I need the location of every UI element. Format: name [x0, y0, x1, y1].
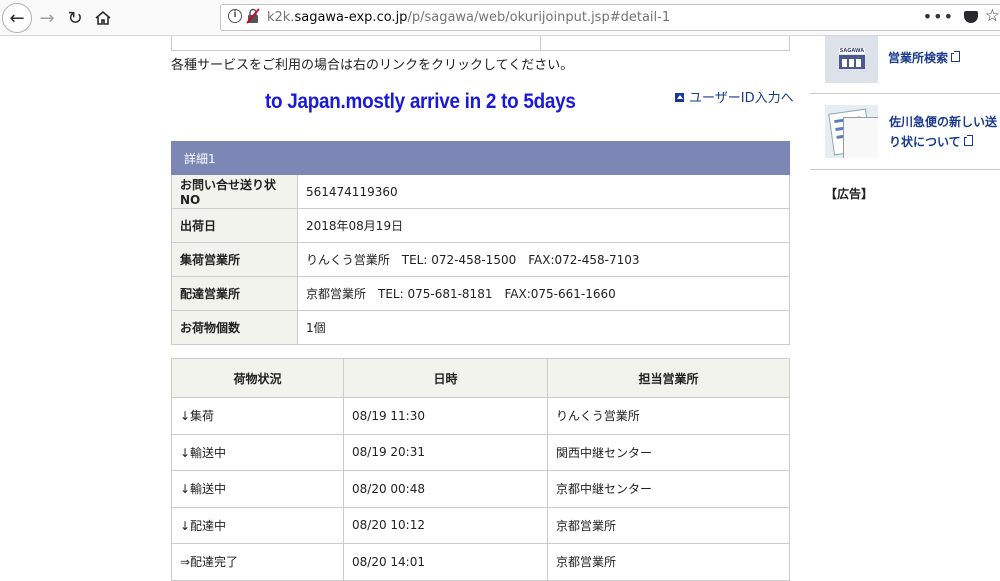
building-icon: [839, 55, 865, 69]
home-button[interactable]: [88, 3, 118, 33]
status-table: 荷物状況 日時 担当営業所 ↓集荷 08/19 11:30 りんくう営業所 ↓輸送中…: [171, 358, 790, 581]
table-row: 集荷営業所 りんくう営業所 TEL: 072-458-1500 FAX:072-4…: [171, 242, 790, 277]
pocket-icon[interactable]: [964, 11, 978, 23]
table-row: ↓輸送中 08/19 20:31 関西中継センター: [171, 433, 790, 471]
table-row: お荷物個数 1個: [171, 310, 790, 345]
status-header-row: 荷物状況 日時 担当営業所: [171, 358, 790, 398]
previous-table-bottom: [171, 36, 790, 51]
home-icon: [95, 10, 111, 25]
arrow-right-icon: →: [39, 7, 55, 29]
new-slip-thumbnail[interactable]: [825, 105, 878, 158]
userid-input-link[interactable]: ユーザーID入力へ: [675, 87, 794, 106]
url-text[interactable]: k2k.sagawa-exp.co.jp/p/sagawa/web/okurij…: [267, 10, 670, 25]
column-header-office: 担当営業所: [547, 358, 790, 398]
table-row: ↓輸送中 08/20 00:48 京都中継センター: [171, 470, 790, 508]
new-slip-link[interactable]: 佐川急便の新しい送り状について: [889, 112, 1000, 152]
slip-document-icon: [843, 117, 878, 158]
external-link-icon: [951, 51, 961, 62]
back-button[interactable]: ←: [2, 3, 32, 33]
insecure-lock-icon[interactable]: [246, 8, 260, 24]
arrow-up-icon: [675, 93, 684, 102]
column-header-status: 荷物状況: [171, 358, 344, 398]
table-row: ↓配達中 08/20 10:12 京都営業所: [171, 506, 790, 544]
page-actions-icon[interactable]: •••: [923, 7, 954, 26]
ad-label: 【広告】: [825, 187, 874, 201]
sagawa-logo-text: SAGAWA: [839, 48, 865, 54]
external-link-icon: [963, 135, 973, 146]
detail-table: 詳細1 お問い合せ送り状NO 561474119360 出荷日 2018年08月19…: [171, 141, 790, 345]
forward-button[interactable]: →: [32, 3, 62, 33]
arrow-left-icon: ←: [9, 7, 25, 29]
reload-button[interactable]: ↻: [60, 3, 90, 33]
office-search-link[interactable]: 営業所検索: [888, 49, 961, 66]
bookmark-star-icon[interactable]: ☆: [985, 6, 1000, 26]
table-row: ↓集荷 08/19 11:30 りんくう営業所: [171, 397, 790, 435]
sidebar-divider: [810, 169, 1000, 170]
sidebar-divider: [810, 93, 1000, 94]
shipping-banner: to Japan.mostly arrive in 2 to 5days: [265, 90, 576, 113]
table-row: お問い合せ送り状NO 561474119360: [171, 174, 790, 209]
url-domain: sagawa-exp.co.jp: [294, 10, 408, 25]
detail-header: 詳細1: [171, 141, 790, 175]
info-icon[interactable]: i: [228, 9, 242, 23]
table-row: 配達営業所 京都営業所 TEL: 075-681-8181 FAX:075-661…: [171, 276, 790, 311]
reload-icon: ↻: [67, 7, 83, 29]
column-header-time: 日時: [343, 358, 548, 398]
intro-text: 各種サービスをご利用の場合は右のリンクをクリックしてください。: [171, 58, 574, 73]
url-bar[interactable]: i k2k.sagawa-exp.co.jp/p/sagawa/web/okur…: [220, 4, 1000, 31]
table-row: 出荷日 2018年08月19日: [171, 208, 790, 243]
office-search-thumbnail[interactable]: SAGAWA: [825, 36, 878, 83]
browser-toolbar: ← → ↻ i k2k.sagawa-exp.co.jp/p/sagawa/we…: [0, 0, 1000, 36]
